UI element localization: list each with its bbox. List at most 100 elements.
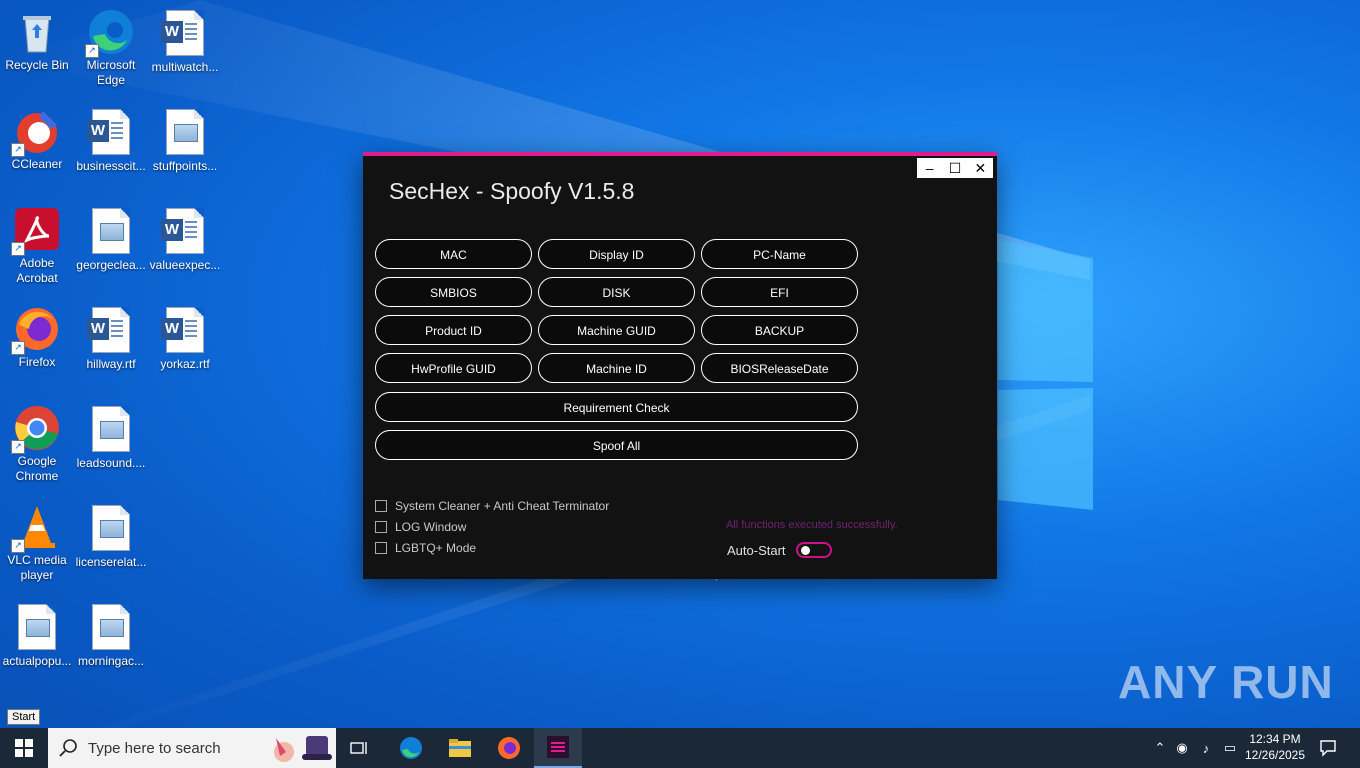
- desktop-icon-morningac[interactable]: morningac...: [75, 602, 147, 669]
- anyrun-watermark: ANY RUN: [1118, 656, 1334, 708]
- spoofy-window: – ☐ ✕ SecHex - Spoofy V1.5.8 MAC Display…: [363, 152, 997, 579]
- desktop-icon-recycle-bin[interactable]: Recycle Bin: [1, 8, 73, 73]
- taskbar: Type here to search ⌃ ◉ ♪ ▭ 12:34 PM 12/…: [0, 728, 1360, 768]
- firefox-icon: [498, 737, 520, 759]
- clock-date: 12/26/2025: [1244, 748, 1306, 762]
- image-file-icon: [13, 604, 61, 652]
- chrome-icon: ↗: [11, 404, 61, 454]
- vlc-icon: ↗: [11, 503, 61, 553]
- desktop-icon-leadsound[interactable]: leadsound....: [75, 404, 147, 471]
- efi-button[interactable]: EFI: [701, 277, 858, 307]
- pc-name-button[interactable]: PC-Name: [701, 239, 858, 269]
- task-view-button[interactable]: [340, 728, 380, 768]
- shortcut-arrow-icon: ↗: [85, 44, 99, 58]
- machine-id-button[interactable]: Machine ID: [538, 353, 695, 383]
- word-document-icon: W: [87, 109, 135, 157]
- desktop-icon-ccleaner[interactable]: ↗ CCleaner: [1, 107, 73, 172]
- firefox-icon: ↗: [11, 305, 61, 355]
- task-view-icon: [350, 742, 367, 754]
- notification-icon: [1320, 740, 1336, 757]
- taskbar-clock[interactable]: 12:34 PM 12/26/2025: [1240, 731, 1310, 763]
- checkbox-box[interactable]: [375, 521, 387, 533]
- backup-button[interactable]: BACKUP: [701, 315, 858, 345]
- disk-button[interactable]: DISK: [538, 277, 695, 307]
- chevron-up-icon[interactable]: ⌃: [1150, 740, 1170, 756]
- desktop-icon-valueexpec[interactable]: W valueexpec...: [149, 206, 221, 273]
- minimize-button[interactable]: –: [918, 158, 942, 178]
- search-icon: [59, 739, 77, 757]
- desktop-icon-hillway[interactable]: W hillway.rtf: [75, 305, 147, 372]
- smbios-button[interactable]: SMBIOS: [375, 277, 532, 307]
- desktop-icon-google-chrome[interactable]: ↗ Google Chrome: [1, 404, 73, 484]
- word-document-icon: W: [161, 208, 209, 256]
- edge-icon: ↗: [85, 8, 135, 58]
- desktop-icon-adobe-acrobat[interactable]: ↗ Adobe Acrobat: [1, 206, 73, 286]
- image-file-icon: [87, 208, 135, 256]
- display-id-button[interactable]: Display ID: [538, 239, 695, 269]
- notifications-button[interactable]: [1312, 728, 1344, 768]
- autostart-toggle[interactable]: [795, 542, 832, 558]
- shortcut-arrow-icon: ↗: [11, 341, 25, 355]
- taskbar-edge[interactable]: [389, 728, 433, 768]
- system-cleaner-label: System Cleaner + Anti Cheat Terminator: [395, 499, 610, 513]
- recycle-bin-icon: [13, 8, 61, 56]
- requirement-check-button[interactable]: Requirement Check: [375, 392, 858, 422]
- word-document-icon: W: [161, 10, 209, 58]
- desktop-icon-firefox[interactable]: ↗ Firefox: [1, 305, 73, 370]
- meet-now-icon[interactable]: ◉: [1170, 740, 1194, 756]
- ccleaner-icon: ↗: [11, 107, 61, 157]
- taskbar-firefox[interactable]: [487, 728, 531, 768]
- desktop-icon-vlc[interactable]: ↗ VLC media player: [1, 503, 73, 583]
- shortcut-arrow-icon: ↗: [11, 539, 25, 553]
- acrobat-icon: ↗: [11, 206, 61, 256]
- maximize-button[interactable]: ☐: [943, 158, 967, 178]
- system-tray: ⌃ ◉ ♪ ▭: [1150, 728, 1242, 768]
- taskbar-search[interactable]: Type here to search: [48, 728, 336, 768]
- network-icon[interactable]: ▭: [1218, 740, 1242, 756]
- desktop-icon-stuffpoints[interactable]: stuffpoints...: [149, 107, 221, 174]
- autostart-label: Auto-Start: [727, 542, 786, 558]
- volume-icon[interactable]: ♪: [1194, 741, 1218, 756]
- desktop-icon-georgeclea[interactable]: georgeclea...: [75, 206, 147, 273]
- search-placeholder: Type here to search: [88, 739, 221, 757]
- clock-time: 12:34 PM: [1249, 732, 1301, 746]
- image-file-icon: [87, 604, 135, 652]
- bios-release-date-button[interactable]: BIOSReleaseDate: [701, 353, 858, 383]
- windows-logo-icon: [15, 739, 33, 757]
- word-document-icon: W: [161, 307, 209, 355]
- shortcut-arrow-icon: ↗: [11, 242, 25, 256]
- image-file-icon: [87, 406, 135, 454]
- lgbtq-mode-checkbox[interactable]: LGBTQ+ Mode: [375, 541, 476, 555]
- start-tooltip: Start: [7, 709, 41, 725]
- hwprofile-guid-button[interactable]: HwProfile GUID: [375, 353, 532, 383]
- log-window-checkbox[interactable]: LOG Window: [375, 520, 466, 534]
- system-cleaner-checkbox[interactable]: System Cleaner + Anti Cheat Terminator: [375, 499, 609, 513]
- start-button[interactable]: [0, 728, 48, 768]
- desktop-icon-yorkaz[interactable]: W yorkaz.rtf: [149, 305, 221, 372]
- window-controls: – ☐ ✕: [917, 158, 993, 178]
- machine-guid-button[interactable]: Machine GUID: [538, 315, 695, 345]
- desktop-icon-businesscit[interactable]: W businesscit...: [75, 107, 147, 174]
- taskbar-file-explorer[interactable]: [438, 728, 482, 768]
- spoof-all-button[interactable]: Spoof All: [375, 430, 858, 460]
- spoofy-app-icon: [547, 736, 569, 758]
- edge-icon: [400, 737, 422, 759]
- taskbar-spoofy[interactable]: [534, 728, 582, 768]
- shortcut-arrow-icon: ↗: [11, 143, 25, 157]
- image-file-icon: [87, 505, 135, 553]
- shortcut-arrow-icon: ↗: [11, 440, 25, 454]
- checkbox-box[interactable]: [375, 542, 387, 554]
- checkbox-box[interactable]: [375, 500, 387, 512]
- mac-button[interactable]: MAC: [375, 239, 532, 269]
- app-title: SecHex - Spoofy V1.5.8: [389, 178, 635, 204]
- desktop-icon-multiwatch[interactable]: W multiwatch...: [149, 8, 221, 75]
- folder-icon: [449, 739, 471, 757]
- desktop-icon-licenserelat[interactable]: licenserelat...: [75, 503, 147, 570]
- close-button[interactable]: ✕: [968, 158, 992, 178]
- desktop-icon-actualpopu[interactable]: actualpopu...: [1, 602, 73, 669]
- desktop-icon-microsoft-edge[interactable]: ↗ Microsoft Edge: [75, 8, 147, 88]
- image-file-icon: [161, 109, 209, 157]
- search-highlight-icon: [274, 736, 332, 762]
- toggle-knob: [800, 546, 810, 555]
- product-id-button[interactable]: Product ID: [375, 315, 532, 345]
